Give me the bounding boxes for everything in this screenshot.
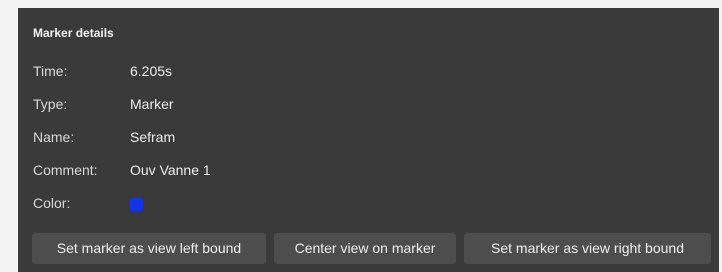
time-value: 6.205s bbox=[130, 63, 173, 79]
type-label: Type: bbox=[33, 96, 68, 112]
color-label: Color: bbox=[33, 195, 71, 211]
color-swatch bbox=[130, 198, 143, 211]
panel-title: Marker details bbox=[33, 26, 114, 40]
detail-row-comment: Comment: Ouv Vanne 1 bbox=[33, 159, 433, 181]
comment-label: Comment: bbox=[33, 162, 98, 178]
type-value: Marker bbox=[130, 96, 174, 112]
detail-row-type: Type: Marker bbox=[33, 93, 433, 115]
name-label: Name: bbox=[33, 129, 75, 145]
marker-details-panel: Marker details Time: 6.205s Type: Marker… bbox=[18, 8, 719, 272]
comment-value: Ouv Vanne 1 bbox=[130, 162, 211, 178]
set-left-bound-button[interactable]: Set marker as view left bound bbox=[32, 233, 266, 264]
time-label: Time: bbox=[33, 63, 68, 79]
set-right-bound-button[interactable]: Set marker as view right bound bbox=[464, 233, 711, 264]
detail-row-color: Color: bbox=[33, 192, 433, 214]
detail-row-name: Name: Sefram bbox=[33, 126, 433, 148]
center-view-button[interactable]: Center view on marker bbox=[274, 233, 456, 264]
detail-row-time: Time: 6.205s bbox=[33, 60, 433, 82]
name-value: Sefram bbox=[130, 129, 176, 145]
